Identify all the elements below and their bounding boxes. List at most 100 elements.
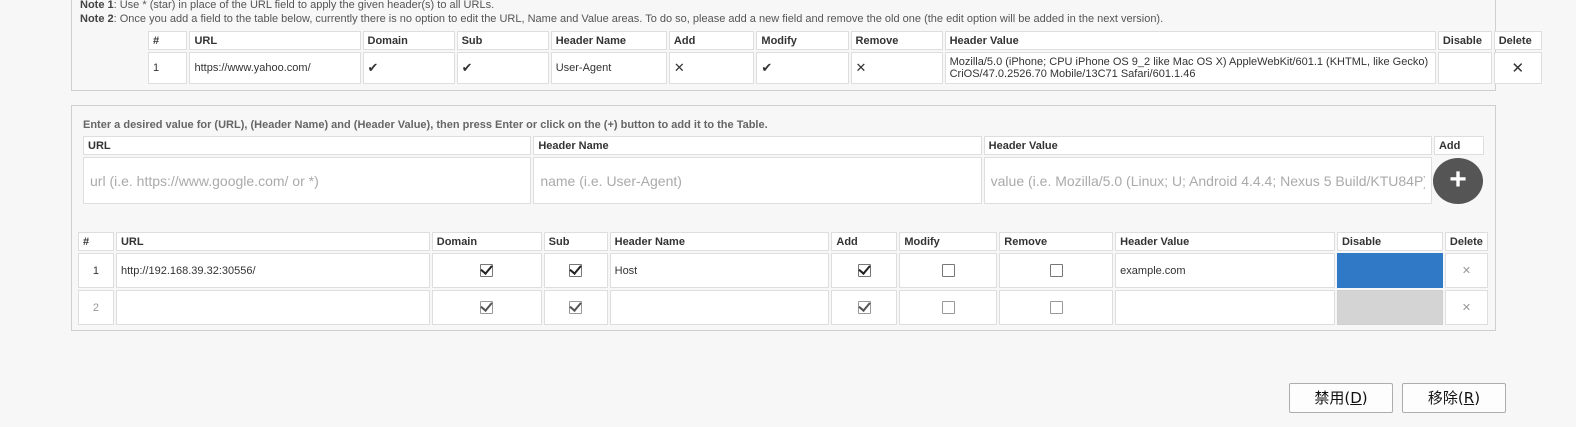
row-disable [1437, 52, 1492, 84]
url-input-cell [83, 157, 532, 204]
input-col-url: URL [83, 136, 532, 155]
disable-toggle[interactable] [1336, 253, 1443, 288]
instruction-text: Enter a desired value for (URL), (Header… [83, 119, 768, 131]
disable-toggle[interactable] [1336, 290, 1443, 325]
row-header-value: Mozilla/5.0 (iPhone; CPU iPhone OS 9_2 l… [944, 52, 1436, 84]
col-remove: Remove [850, 31, 943, 50]
remove-cell [999, 253, 1114, 288]
input-table-header: URL Header Name Header Value Add [83, 136, 1484, 155]
name-input-cell [533, 157, 982, 204]
rules-table: # URL Domain Sub Header Name Add Modify … [76, 230, 1490, 327]
row-url [115, 290, 430, 325]
col-header-name: Header Name [550, 31, 667, 50]
table-row: 2 ✕ [78, 290, 1488, 325]
add-cell [831, 290, 898, 325]
col-add: Add [831, 232, 898, 251]
delete-icon[interactable]: ✕ [1493, 52, 1542, 84]
add-checkbox[interactable] [857, 264, 871, 277]
rules-panel: Enter a desired value for (URL), (Header… [71, 105, 1496, 331]
add-button[interactable]: + [1432, 157, 1483, 204]
rules-table-header: # URL Domain Sub Header Name Add Modify … [78, 232, 1488, 251]
modify-check-icon: ✔ [756, 52, 849, 84]
note-2-label: Note 2 [80, 13, 114, 25]
delete-icon[interactable]: ✕ [1444, 290, 1488, 325]
col-header-value: Header Value [944, 31, 1436, 50]
header-name-input[interactable] [534, 158, 981, 203]
note-1: Note 1: Use * (star) in place of the URL… [80, 0, 494, 11]
row-header-name: User-Agent [550, 52, 667, 84]
url-input[interactable] [84, 158, 531, 203]
row-number: 2 [78, 290, 114, 325]
input-row: + [83, 157, 1484, 204]
sub-checkbox[interactable] [569, 264, 583, 277]
col-remove: Remove [999, 232, 1114, 251]
disable-button-label: 禁用( [1314, 389, 1351, 407]
domain-checkbox[interactable] [480, 264, 494, 277]
col-delete: Delete [1444, 232, 1488, 251]
note-1-label: Note 1 [80, 0, 114, 11]
header-value-input[interactable] [984, 158, 1431, 203]
row-header-name [609, 290, 830, 325]
disable-button[interactable]: 禁用(D) [1289, 383, 1393, 413]
input-table: URL Header Name Header Value Add + [81, 134, 1486, 206]
example-table-header: # URL Domain Sub Header Name Add Modify … [148, 31, 1542, 50]
notes-panel: Note 1: Use * (star) in place of the URL… [71, 0, 1542, 91]
col-url: URL [115, 232, 430, 251]
remove-button-label: 移除( [1427, 389, 1464, 407]
add-cell: + [1432, 157, 1484, 204]
row-url: https://www.yahoo.com/ [189, 52, 361, 84]
remove-cross-icon: ✕ [850, 52, 943, 84]
sub-cell [543, 253, 608, 288]
col-add: Add [668, 31, 755, 50]
domain-cell [431, 253, 542, 288]
row-url: http://192.168.39.32:30556/ [115, 253, 430, 288]
domain-cell [431, 290, 542, 325]
add-checkbox[interactable] [857, 301, 871, 314]
col-header-name: Header Name [609, 232, 830, 251]
add-cell [831, 253, 898, 288]
example-table: # URL Domain Sub Header Name Add Modify … [146, 29, 1544, 86]
col-num: # [148, 31, 188, 50]
remove-checkbox[interactable] [1049, 301, 1063, 314]
delete-icon[interactable]: ✕ [1444, 253, 1488, 288]
sub-cell [543, 290, 608, 325]
remove-cell [999, 290, 1114, 325]
remove-button-key: R [1463, 389, 1475, 407]
col-num: # [78, 232, 114, 251]
domain-check-icon: ✔ [362, 52, 455, 84]
disable-button-key: D [1350, 389, 1362, 407]
add-cross-icon: ✕ [668, 52, 755, 84]
input-col-header-name: Header Name [533, 136, 982, 155]
value-input-cell [983, 157, 1432, 204]
row-number: 1 [148, 52, 188, 84]
col-delete: Delete [1493, 31, 1542, 50]
col-domain: Domain [431, 232, 542, 251]
modify-checkbox[interactable] [941, 264, 955, 277]
modify-checkbox[interactable] [941, 301, 955, 314]
modify-cell [899, 253, 998, 288]
row-header-value: example.com [1115, 253, 1335, 288]
col-modify: Modify [756, 31, 849, 50]
row-number: 1 [78, 253, 114, 288]
input-col-add: Add [1433, 136, 1484, 155]
col-sub: Sub [456, 31, 549, 50]
note-2: Note 2: Once you add a field to the tabl… [80, 13, 1163, 25]
domain-checkbox[interactable] [480, 301, 494, 314]
example-row: 1 https://www.yahoo.com/ ✔ ✔ User-Agent … [148, 52, 1542, 84]
sub-check-icon: ✔ [456, 52, 549, 84]
remove-checkbox[interactable] [1049, 264, 1063, 277]
remove-button-end: ) [1474, 389, 1481, 407]
col-domain: Domain [362, 31, 455, 50]
input-col-header-value: Header Value [983, 136, 1432, 155]
row-header-name: Host [609, 253, 830, 288]
col-disable: Disable [1437, 31, 1492, 50]
col-url: URL [189, 31, 361, 50]
sub-checkbox[interactable] [569, 301, 583, 314]
col-sub: Sub [543, 232, 608, 251]
modify-cell [899, 290, 998, 325]
table-row: 1 http://192.168.39.32:30556/ Host examp… [78, 253, 1488, 288]
remove-button[interactable]: 移除(R) [1402, 383, 1506, 413]
note-2-text: : Once you add a field to the table belo… [113, 13, 1164, 25]
col-modify: Modify [899, 232, 998, 251]
col-disable: Disable [1336, 232, 1443, 251]
